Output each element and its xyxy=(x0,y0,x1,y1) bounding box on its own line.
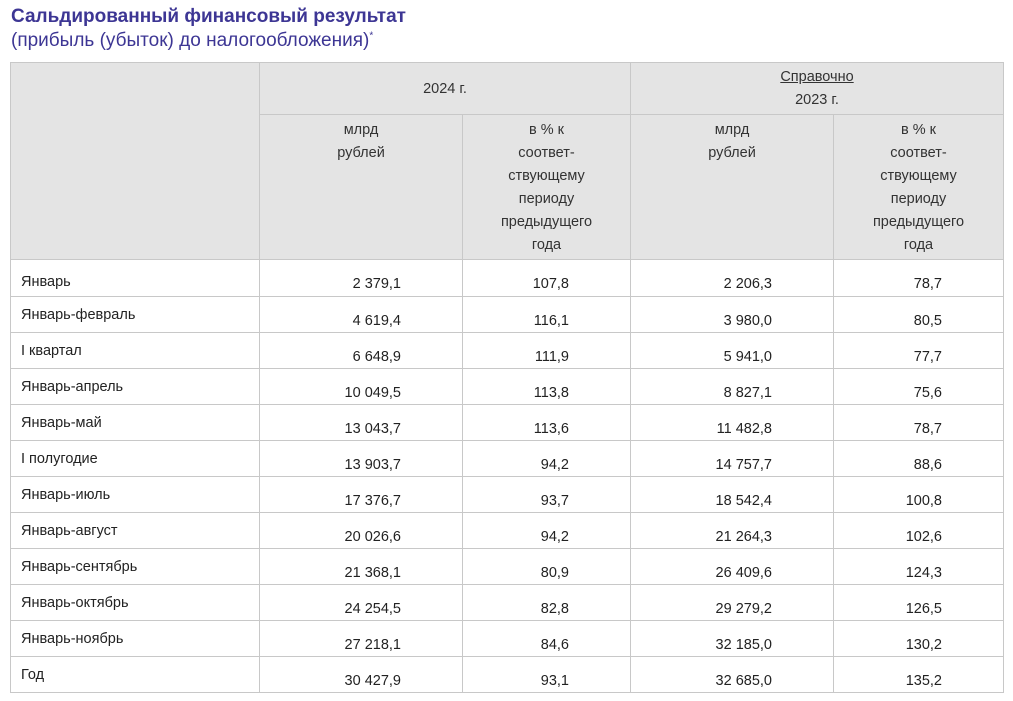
value-pct-2024: 93,7 xyxy=(462,476,631,513)
value-bln-2023: 21 264,3 xyxy=(630,512,834,549)
row-header-corner xyxy=(10,62,260,260)
row-label: Январь xyxy=(10,259,260,297)
row-label: Январь-август xyxy=(10,512,260,549)
footnote-marker[interactable]: * xyxy=(369,31,373,42)
value-pct-2023: 100,8 xyxy=(833,476,1004,513)
table-row: I полугодие 13 903,7 94,2 14 757,7 88,6 xyxy=(10,440,1004,477)
value-pct-2023: 135,2 xyxy=(833,656,1004,693)
value-pct-2024: 111,9 xyxy=(462,332,631,369)
row-label: Январь-июль xyxy=(10,476,260,513)
col-header-bln-2024: млрд рублей xyxy=(259,114,463,260)
table-row: Январь-февраль 4 619,4 116,1 3 980,0 80,5 xyxy=(10,296,1004,333)
row-label: Январь-апрель xyxy=(10,368,260,405)
row-label: I полугодие xyxy=(10,440,260,477)
table-row: Январь-октябрь 24 254,5 82,8 29 279,2 126,5 xyxy=(10,584,1004,621)
value-bln-2024: 10 049,5 xyxy=(259,368,463,405)
value-pct-2023: 102,6 xyxy=(833,512,1004,549)
financial-result-table: 2024 г. Справочно 2023 г. млрд рублей в … xyxy=(10,62,1004,693)
value-bln-2024: 2 379,1 xyxy=(259,259,463,297)
reference-year: 2023 г. xyxy=(795,91,839,108)
row-label: Январь-май xyxy=(10,404,260,441)
value-pct-2024: 84,6 xyxy=(462,620,631,657)
col-header-bln-2023: млрд рублей xyxy=(630,114,834,260)
table-row: Год 30 427,9 93,1 32 685,0 135,2 xyxy=(10,656,1004,693)
row-label: I квартал xyxy=(10,332,260,369)
group-header-reference: Справочно 2023 г. xyxy=(630,62,1004,115)
reference-link[interactable]: Справочно xyxy=(631,66,1003,89)
value-pct-2023: 77,7 xyxy=(833,332,1004,369)
value-bln-2024: 30 427,9 xyxy=(259,656,463,693)
value-pct-2023: 130,2 xyxy=(833,620,1004,657)
value-pct-2024: 94,2 xyxy=(462,440,631,477)
value-pct-2024: 82,8 xyxy=(462,584,631,621)
value-pct-2024: 113,6 xyxy=(462,404,631,441)
value-pct-2023: 126,5 xyxy=(833,584,1004,621)
value-pct-2024: 116,1 xyxy=(462,296,631,333)
table-row: Январь-август 20 026,6 94,2 21 264,3 102,6 xyxy=(10,512,1004,549)
table-row: Январь-сентябрь 21 368,1 80,9 26 409,6 124,3 xyxy=(10,548,1004,585)
table-row: Январь-июль 17 376,7 93,7 18 542,4 100,8 xyxy=(10,476,1004,513)
page-subtitle: (прибыль (убыток) до налогообложения)* xyxy=(11,30,373,52)
value-pct-2024: 93,1 xyxy=(462,656,631,693)
value-pct-2023: 78,7 xyxy=(833,404,1004,441)
value-bln-2024: 13 903,7 xyxy=(259,440,463,477)
col-header-pct-2023: в % к соответ- ствующему периоду предыду… xyxy=(833,114,1004,260)
table-body: Январь 2 379,1 107,8 2 206,3 78,7 Январь-февр… xyxy=(10,259,1004,693)
table-row: Январь-ноябрь 27 218,1 84,6 32 185,0 130,2 xyxy=(10,620,1004,657)
subtitle-text: (прибыль (убыток) до налогообложения) xyxy=(11,30,370,51)
value-bln-2023: 26 409,6 xyxy=(630,548,834,585)
value-bln-2024: 6 648,9 xyxy=(259,332,463,369)
table-row: Январь-май 13 043,7 113,6 11 482,8 78,7 xyxy=(10,404,1004,441)
value-bln-2023: 18 542,4 xyxy=(630,476,834,513)
value-pct-2024: 94,2 xyxy=(462,512,631,549)
value-bln-2024: 17 376,7 xyxy=(259,476,463,513)
row-label: Январь-октябрь xyxy=(10,584,260,621)
row-label: Январь-ноябрь xyxy=(10,620,260,657)
value-pct-2023: 124,3 xyxy=(833,548,1004,585)
value-pct-2024: 113,8 xyxy=(462,368,631,405)
table-row: Январь 2 379,1 107,8 2 206,3 78,7 xyxy=(10,259,1004,297)
value-bln-2024: 20 026,6 xyxy=(259,512,463,549)
value-pct-2023: 78,7 xyxy=(833,259,1004,297)
value-pct-2023: 80,5 xyxy=(833,296,1004,333)
value-pct-2023: 88,6 xyxy=(833,440,1004,477)
row-label: Год xyxy=(10,656,260,693)
value-bln-2023: 3 980,0 xyxy=(630,296,834,333)
value-bln-2023: 14 757,7 xyxy=(630,440,834,477)
value-bln-2023: 11 482,8 xyxy=(630,404,834,441)
value-bln-2024: 21 368,1 xyxy=(259,548,463,585)
group-header-2024: 2024 г. xyxy=(259,62,631,115)
value-bln-2023: 8 827,1 xyxy=(630,368,834,405)
value-bln-2024: 4 619,4 xyxy=(259,296,463,333)
row-label: Январь-сентябрь xyxy=(10,548,260,585)
value-bln-2023: 32 685,0 xyxy=(630,656,834,693)
value-bln-2024: 27 218,1 xyxy=(259,620,463,657)
value-bln-2023: 32 185,0 xyxy=(630,620,834,657)
table-row: Январь-апрель 10 049,5 113,8 8 827,1 75,6 xyxy=(10,368,1004,405)
value-pct-2023: 75,6 xyxy=(833,368,1004,405)
value-pct-2024: 80,9 xyxy=(462,548,631,585)
value-bln-2024: 24 254,5 xyxy=(259,584,463,621)
row-label: Январь-февраль xyxy=(10,296,260,333)
value-bln-2023: 29 279,2 xyxy=(630,584,834,621)
table-row: I квартал 6 648,9 111,9 5 941,0 77,7 xyxy=(10,332,1004,369)
page-title: Сальдированный финансовый результат xyxy=(11,6,406,27)
value-bln-2024: 13 043,7 xyxy=(259,404,463,441)
value-pct-2024: 107,8 xyxy=(462,259,631,297)
col-header-pct-2024: в % к соответ- ствующему периоду предыду… xyxy=(462,114,631,260)
value-bln-2023: 2 206,3 xyxy=(630,259,834,297)
value-bln-2023: 5 941,0 xyxy=(630,332,834,369)
